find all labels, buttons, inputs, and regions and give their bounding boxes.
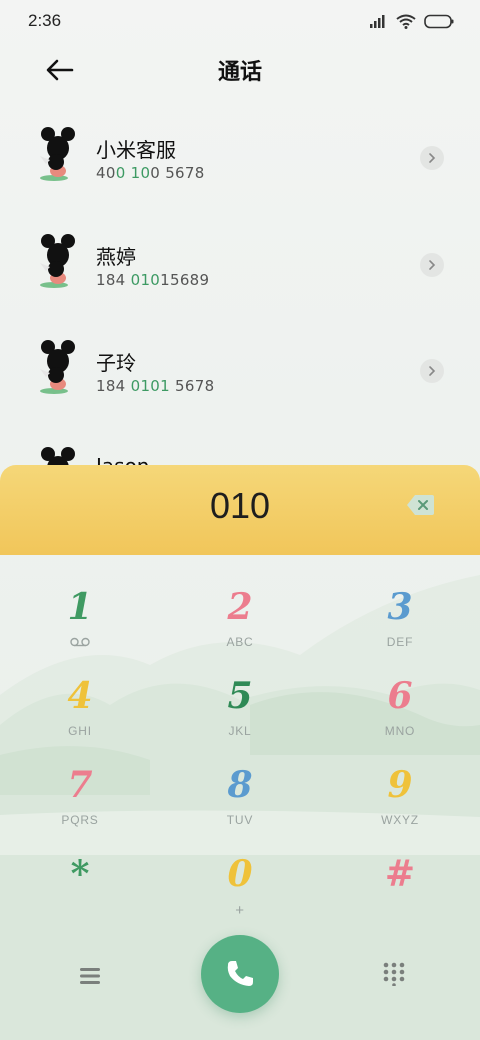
menu-button[interactable] — [76, 962, 104, 990]
key-2[interactable]: 2 ABC — [170, 555, 310, 649]
contact-item[interactable]: 小米客服 400 100 5678 — [0, 104, 480, 210]
status-time: 2:36 — [28, 11, 62, 30]
menu-icon — [80, 968, 100, 984]
dialpad-icon — [383, 962, 405, 987]
key-digit: 9 — [387, 764, 413, 806]
key-9[interactable]: 9 WXYZ — [330, 733, 470, 827]
key-hash[interactable]: # — [330, 822, 470, 906]
key-digit: 0 — [227, 853, 253, 895]
contact-item[interactable]: 燕婷 184 01015689 — [0, 211, 480, 317]
key-digit: # — [384, 853, 416, 895]
signal-icon — [370, 15, 385, 28]
avatar — [40, 127, 75, 181]
avatar — [40, 234, 75, 288]
dialpad-toggle-button[interactable] — [382, 962, 406, 987]
backspace-icon — [407, 495, 434, 515]
key-letters: + — [235, 902, 245, 919]
contact-detail-button[interactable] — [420, 253, 444, 277]
status-icons — [370, 11, 454, 31]
number-panel: 010 — [0, 465, 480, 555]
contact-name: 子玲 — [96, 351, 136, 375]
page-title: 通话 — [217, 60, 262, 85]
key-0[interactable]: 0 + — [170, 822, 310, 919]
bottom-bar — [0, 930, 480, 1040]
key-8[interactable]: 8 TUV — [170, 733, 310, 827]
battery-icon — [424, 14, 454, 28]
contact-list: 小米客服 400 100 5678 燕婷 184 01015689 子玲 184… — [0, 104, 480, 476]
key-digit: 2 — [227, 586, 253, 628]
avatar — [40, 340, 75, 394]
status-bar: 2:36 — [0, 0, 480, 40]
call-button[interactable] — [201, 935, 279, 1013]
contact-item[interactable]: 子玲 184 0101 5678 — [0, 317, 480, 423]
contact-number: 184 0101 5678 — [96, 377, 215, 395]
contact-name: 小米客服 — [96, 138, 176, 162]
contact-detail-button[interactable] — [420, 146, 444, 170]
contact-name: 燕婷 — [96, 245, 136, 269]
key-7[interactable]: 7 PQRS — [10, 733, 150, 827]
contact-number: 184 01015689 — [96, 271, 210, 289]
chevron-right-icon — [429, 366, 436, 376]
key-digit: 5 — [227, 675, 253, 717]
key-digit: 6 — [387, 675, 413, 717]
key-digit: 3 — [387, 586, 413, 628]
key-digit: 7 — [67, 764, 93, 806]
key-digit: 8 — [227, 764, 253, 806]
key-6[interactable]: 6 MNO — [330, 644, 470, 738]
contact-detail-button[interactable] — [420, 359, 444, 383]
delete-button[interactable] — [406, 493, 436, 517]
key-digit: 1 — [67, 586, 93, 628]
chevron-right-icon — [429, 260, 436, 270]
wifi-icon — [396, 14, 416, 29]
phone-icon — [227, 961, 253, 986]
key-digit: * — [70, 853, 90, 895]
key-digit: 4 — [67, 675, 93, 717]
key-5[interactable]: 5 JKL — [170, 644, 310, 738]
chevron-right-icon — [429, 153, 436, 163]
key-1[interactable]: 1 — [10, 555, 150, 647]
contact-number: 400 100 5678 — [96, 164, 205, 182]
key-star[interactable]: * — [10, 822, 150, 906]
header: 通话 — [0, 40, 480, 104]
key-4[interactable]: 4 GHI — [10, 644, 150, 738]
key-3[interactable]: 3 DEF — [330, 555, 470, 649]
